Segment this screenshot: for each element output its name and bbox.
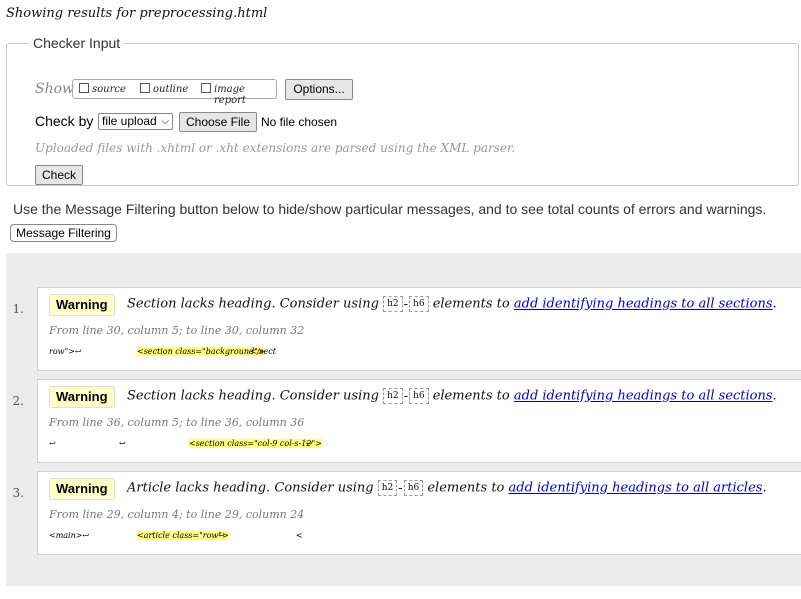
outline-checkbox-label: outline [153,84,189,95]
message-location: From line 30, column 5; to line 30, colu… [49,324,305,337]
code-h2: h2 [377,480,398,496]
checker-input-fieldset: Checker Input Show source outline image … [6,35,799,186]
extract-after: </sect [250,347,276,356]
extract-highlight: <section class="background"> [137,347,265,356]
uploaded-files-note: Uploaded files with .xhtml or .xht exten… [35,141,516,155]
extract-before-2: ↩ [119,439,126,448]
message-number: 1. [12,302,24,316]
extract-before: ↩ [49,439,56,448]
extract-after: ↩ [218,531,225,540]
source-checkbox[interactable] [79,83,89,93]
warning-message-2: 2. Warning Section lacks heading. Consid… [13,379,801,463]
message-text-pre: Section lacks heading. Consider using [127,296,379,312]
outline-checkbox[interactable] [140,83,150,93]
message-text: Article lacks heading. Consider using h2… [127,480,767,496]
warning-badge: Warning [49,294,115,316]
message-location: From line 29, column 4; to line 29, colu… [49,508,305,521]
results-panel: 1. Warning Section lacks heading. Consid… [6,253,801,586]
warning-message-1: 1. Warning Section lacks heading. Consid… [13,287,801,371]
check-button[interactable]: Check [35,165,83,185]
code-h2: h2 [383,296,403,312]
help-link[interactable]: add identifying headings to all articles [509,481,763,496]
options-button[interactable]: Options... [285,79,353,100]
extract-before: <main>↩ [49,531,90,540]
code-h2: h2 [383,388,403,404]
check-by-select-value: file upload [102,114,157,128]
message-filtering-note: Use the Message Filtering button below t… [13,201,767,217]
message-number: 3. [12,486,24,500]
image-report-checkbox[interactable] [201,83,211,93]
message-location: From line 36, column 5; to line 36, colu… [49,416,305,429]
warning-message-3: 3. Warning Article lacks heading. Consid… [13,471,801,555]
message-text-end: . [772,296,777,312]
extract-trail: < [296,531,303,540]
checker-input-legend: Checker Input [33,35,121,51]
message-text-mid: elements to [432,388,510,404]
page-title: Showing results for preprocessing.html [6,6,268,21]
message-text-end: . [772,388,777,404]
choose-file-button[interactable]: Choose File [179,112,257,132]
message-text: Section lacks heading. Consider using h2… [127,388,777,404]
warning-badge: Warning [49,478,115,500]
message-text-mid: elements to [427,480,505,496]
show-label: Show [35,81,75,97]
check-by-label: Check by [35,113,94,129]
message-filtering-button[interactable]: Message Filtering [10,224,117,242]
source-checkbox-label: source [92,84,126,95]
extract-highlight: <article class="row"> [137,531,229,540]
warning-badge: Warning [49,386,115,408]
help-link[interactable]: add identifying headings to all sections [514,389,773,404]
chevron-down-icon: ⌵ [161,116,169,127]
extract-highlight: <section class="col-9 col-s-12"> [189,439,322,448]
check-by-select[interactable]: file upload ⌵ [98,113,173,130]
code-h6: h6 [403,480,424,496]
show-options-group: source outline image report [72,79,277,106]
message-text-end: . [762,480,767,496]
message-text-pre: Section lacks heading. Consider using [127,388,379,404]
image-report-checkbox-label: image report [214,84,246,106]
message-text-mid: elements to [432,296,510,312]
message-text-pre: Article lacks heading. Consider using [127,480,374,496]
code-h6: h6 [409,388,429,404]
extract-before: row">↩ [49,347,82,356]
message-number: 2. [12,394,24,408]
help-link[interactable]: add identifying headings to all sections [514,297,773,312]
no-file-chosen-text: No file chosen [261,115,338,129]
message-text: Section lacks heading. Consider using h2… [127,296,777,312]
extract-after: ↩ [306,439,313,448]
code-h6: h6 [409,296,429,312]
